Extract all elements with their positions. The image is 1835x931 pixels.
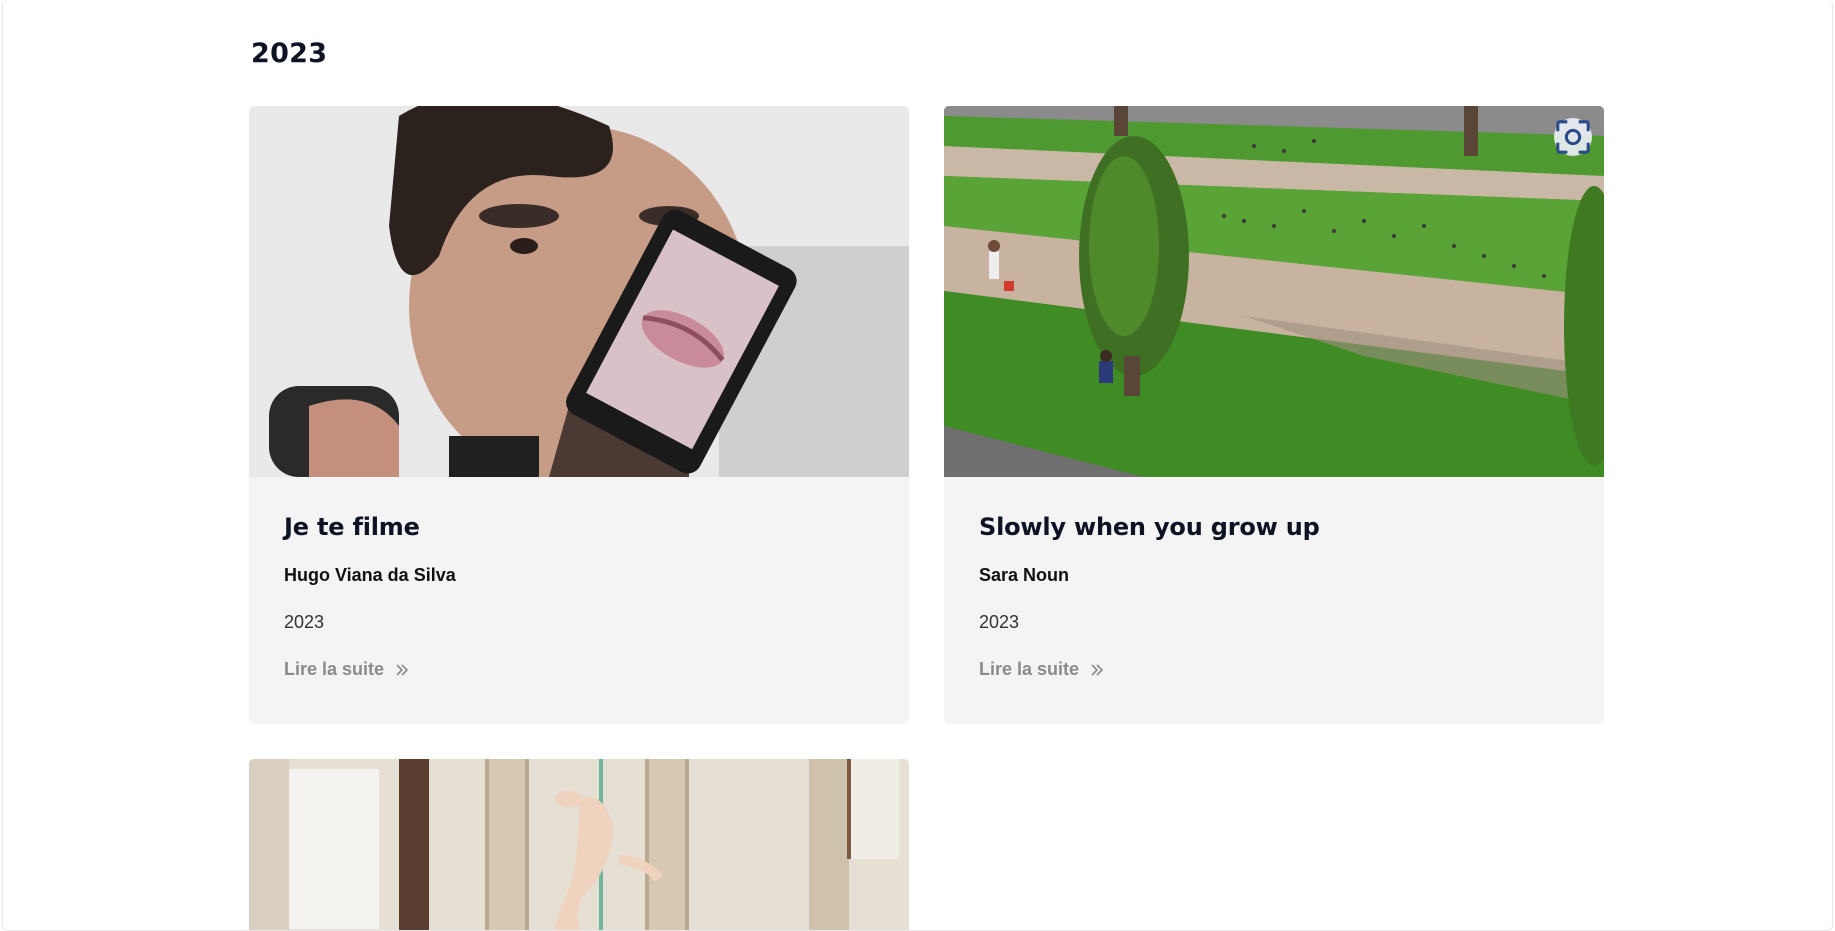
double-chevron-right-icon: [1089, 662, 1105, 678]
card-title[interactable]: Slowly when you grow up: [979, 513, 1569, 541]
card-body: Slowly when you grow up Sara Noun 2023 L…: [944, 477, 1604, 724]
work-card-slowly-when-you-grow-up[interactable]: Slowly when you grow up Sara Noun 2023 L…: [944, 106, 1604, 724]
year-heading: 2023: [251, 38, 328, 69]
read-more-label: Lire la suite: [284, 659, 385, 679]
work-card-third[interactable]: [249, 759, 909, 930]
card-year: 2023: [284, 612, 325, 632]
works-grid: Je te filme Hugo Viana da Silva 2023 Lir…: [249, 106, 1604, 930]
work-image-third[interactable]: [249, 759, 909, 930]
work-image-je-te-filme[interactable]: [249, 106, 909, 477]
read-more-link[interactable]: Lire la suite: [284, 659, 410, 680]
card-author: Hugo Viana da Silva: [284, 565, 456, 585]
card-author: Sara Noun: [979, 565, 1070, 585]
card-year: 2023: [979, 612, 1020, 632]
work-card-je-te-filme[interactable]: Je te filme Hugo Viana da Silva 2023 Lir…: [249, 106, 909, 724]
card-title[interactable]: Je te filme: [284, 513, 874, 541]
double-chevron-right-icon: [394, 662, 410, 678]
read-more-link[interactable]: Lire la suite: [979, 659, 1105, 680]
park-aerial-photo: [944, 106, 1604, 477]
work-image-slowly-when-you-grow-up[interactable]: [944, 106, 1604, 477]
focus-zoom-icon: [1556, 120, 1590, 154]
zoom-button[interactable]: [1554, 118, 1592, 156]
card-body: Je te filme Hugo Viana da Silva 2023 Lir…: [249, 477, 909, 724]
page-frame: 2023 Je te filme Hugo Viana da Silva 202…: [2, 0, 1833, 931]
read-more-label: Lire la suite: [979, 659, 1080, 679]
portrait-camera-photo: [249, 106, 909, 477]
gallery-performance-photo: [249, 759, 909, 930]
